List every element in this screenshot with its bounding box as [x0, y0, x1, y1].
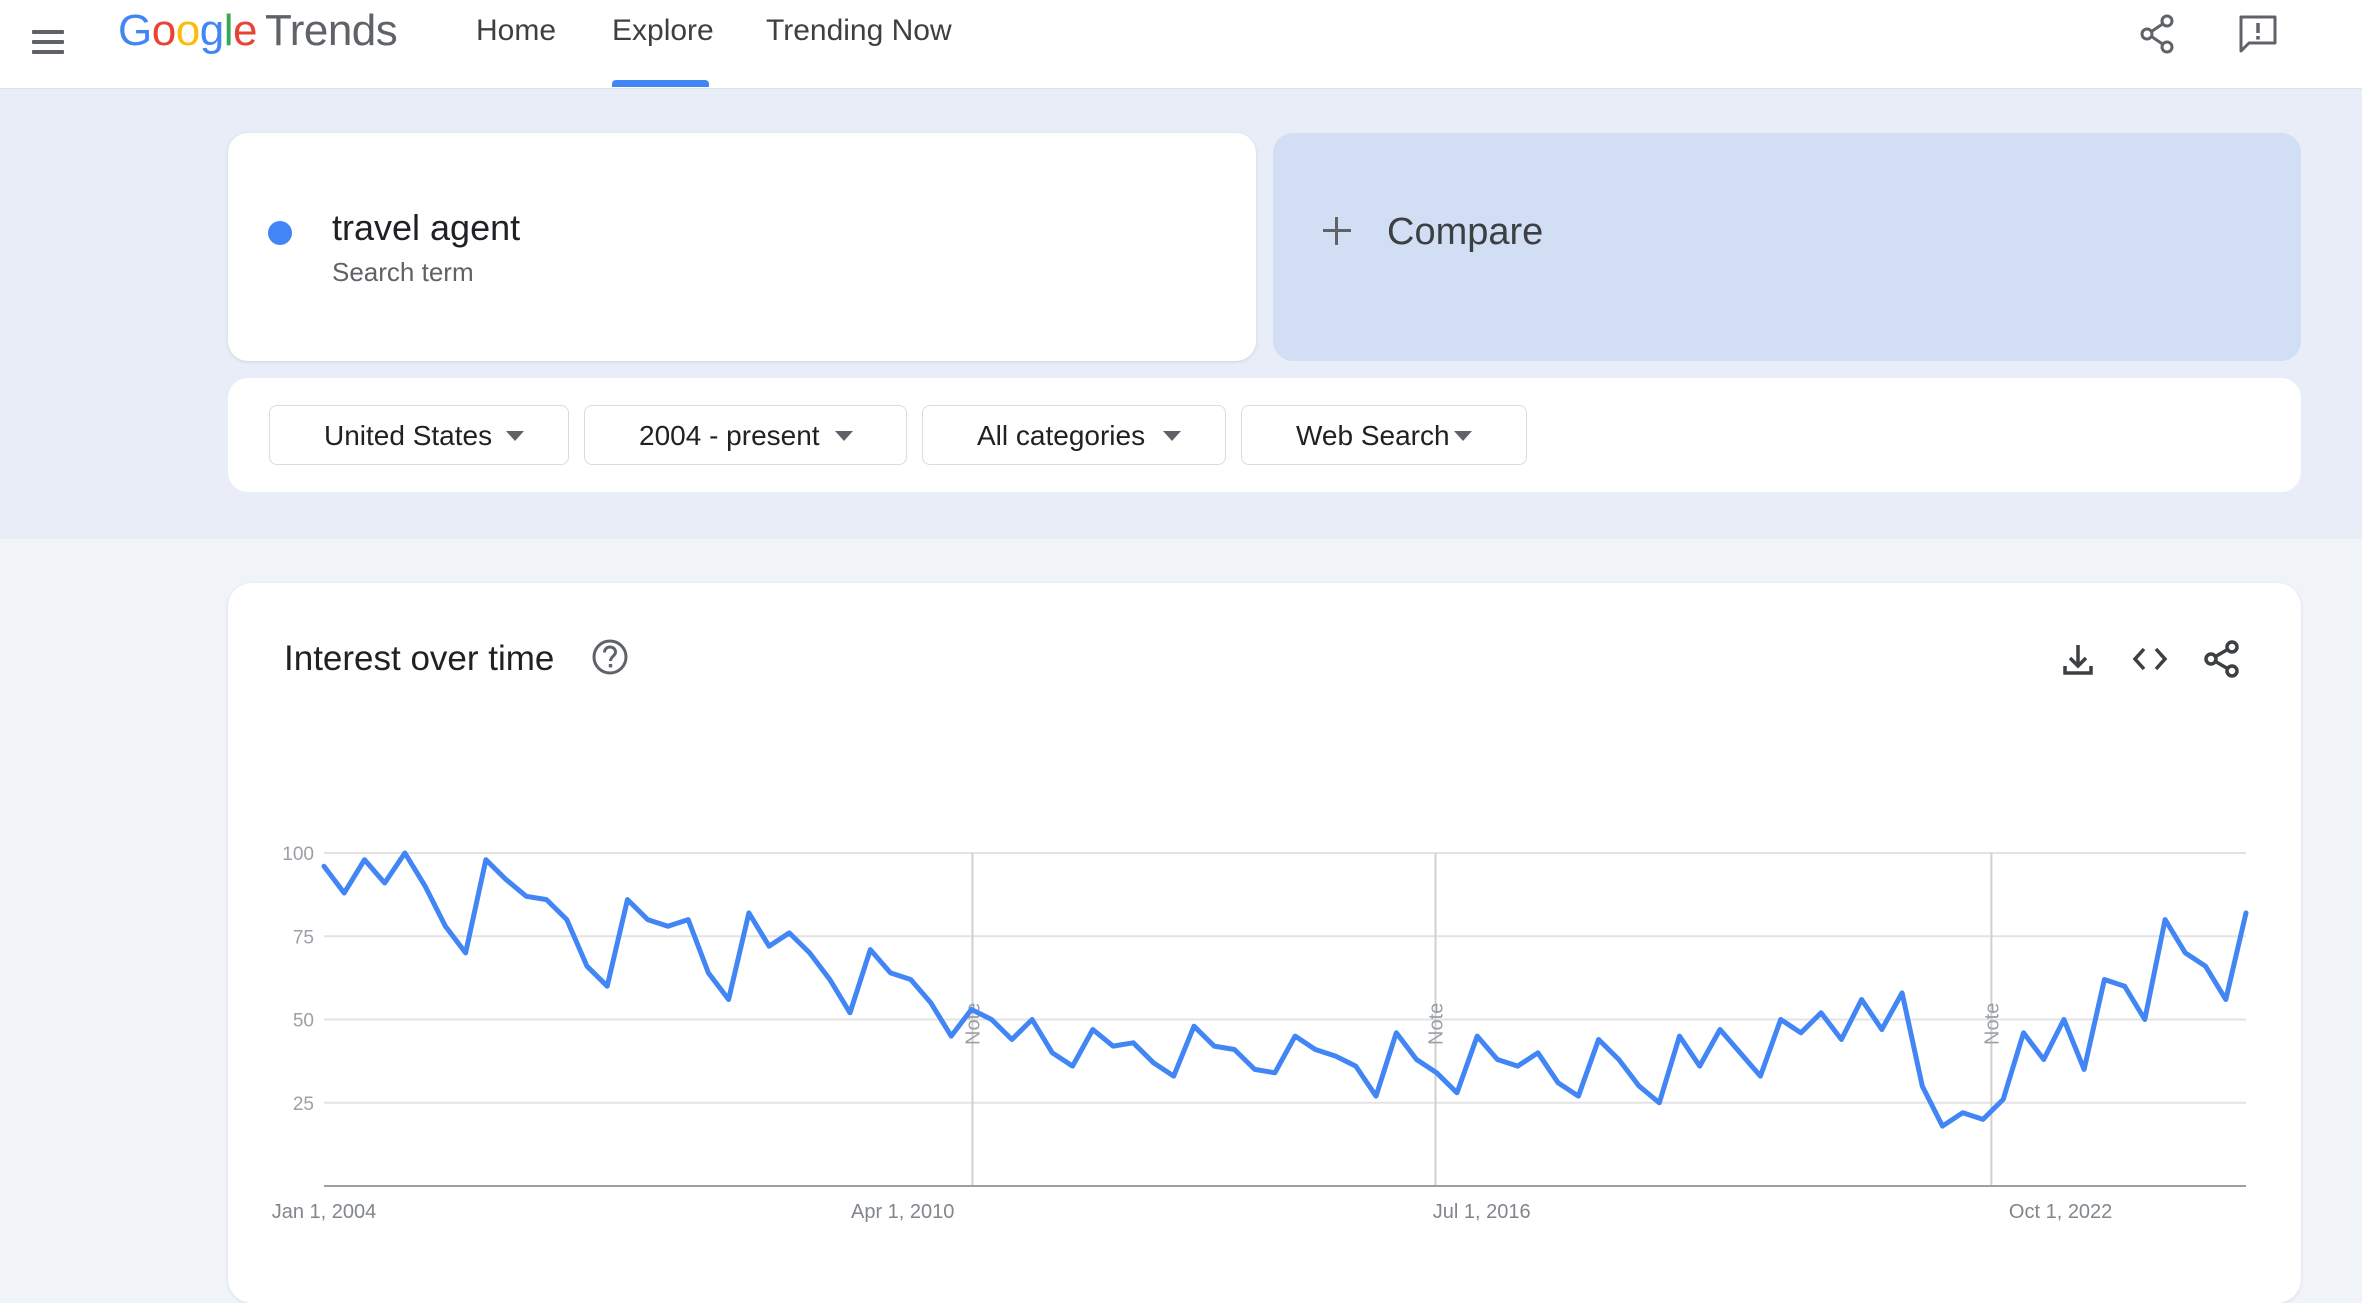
- x-tick-label: Jul 1, 2016: [1433, 1201, 1531, 1223]
- search-term-text[interactable]: travel agent: [332, 207, 520, 249]
- interest-over-time-chart[interactable]: 255075100Note Note NoteJan 1, 2004 Apr 1, 2…: [228, 583, 2301, 1303]
- term-color-dot: [268, 221, 292, 245]
- y-tick-label: 25: [293, 1094, 314, 1115]
- top-app-bar: Google Trends Home Explore Trending Now: [0, 0, 2362, 89]
- logo-letter: g: [199, 6, 224, 55]
- y-tick-label: 50: [293, 1011, 314, 1032]
- region-dropdown[interactable]: United States: [269, 405, 569, 465]
- nav-home[interactable]: Home: [476, 14, 556, 48]
- compare-button[interactable]: Compare: [1273, 133, 2301, 361]
- category-value: All categories: [977, 420, 1146, 451]
- series-line-travel-agent[interactable]: [321, 850, 2249, 1129]
- logo-trends-text: Trends: [264, 6, 398, 55]
- note-marker-label[interactable]: Note: [1981, 1003, 2003, 1045]
- compare-label: Compare: [1387, 211, 1544, 253]
- search-term-type: Search term: [332, 257, 474, 287]
- active-tab-indicator: [612, 80, 709, 87]
- nav-trending-now[interactable]: Trending Now: [766, 14, 952, 48]
- search-term-card[interactable]: travel agent Search term: [228, 133, 1256, 361]
- logo-letter: e: [232, 6, 257, 55]
- logo-letter: o: [151, 6, 176, 55]
- y-tick-label: 75: [293, 927, 314, 948]
- google-trends-logo[interactable]: Google Trends: [118, 6, 398, 56]
- logo-letter: G: [118, 6, 152, 55]
- nav-explore[interactable]: Explore: [612, 14, 714, 48]
- dropdown-caret-icon: [1163, 431, 1181, 441]
- feedback-icon[interactable]: [2236, 12, 2280, 56]
- logo-letter: l: [223, 6, 234, 55]
- share-icon[interactable]: [2136, 12, 2180, 56]
- x-tick-label: Jan 1, 2004: [272, 1201, 377, 1223]
- region-value: United States: [324, 420, 493, 451]
- interest-over-time-card: Interest over time 25 50 75 100 Note Note Note…: [228, 583, 2301, 1303]
- x-tick-label: Apr 1, 2010: [851, 1201, 954, 1223]
- dropdown-caret-icon: [506, 431, 524, 441]
- logo-letter: o: [175, 6, 200, 55]
- dropdown-caret-icon: [835, 431, 853, 441]
- search-property-dropdown[interactable]: Web Search: [1241, 405, 1527, 465]
- y-tick-label: 100: [282, 844, 314, 865]
- note-marker-label[interactable]: Note: [1426, 1003, 1448, 1045]
- x-tick-label: Oct 1, 2022: [2009, 1201, 2112, 1223]
- search-property-value: Web Search: [1296, 420, 1450, 451]
- time-range-dropdown[interactable]: 2004 - present: [584, 405, 907, 465]
- category-dropdown[interactable]: All categories: [922, 405, 1226, 465]
- dropdown-caret-icon: [1454, 431, 1472, 441]
- time-range-value: 2004 - present: [639, 420, 820, 451]
- filters-bar: United States 2004 - present All categor…: [228, 378, 2301, 492]
- plus-icon: [1321, 215, 1353, 247]
- hamburger-menu-icon[interactable]: [30, 20, 70, 60]
